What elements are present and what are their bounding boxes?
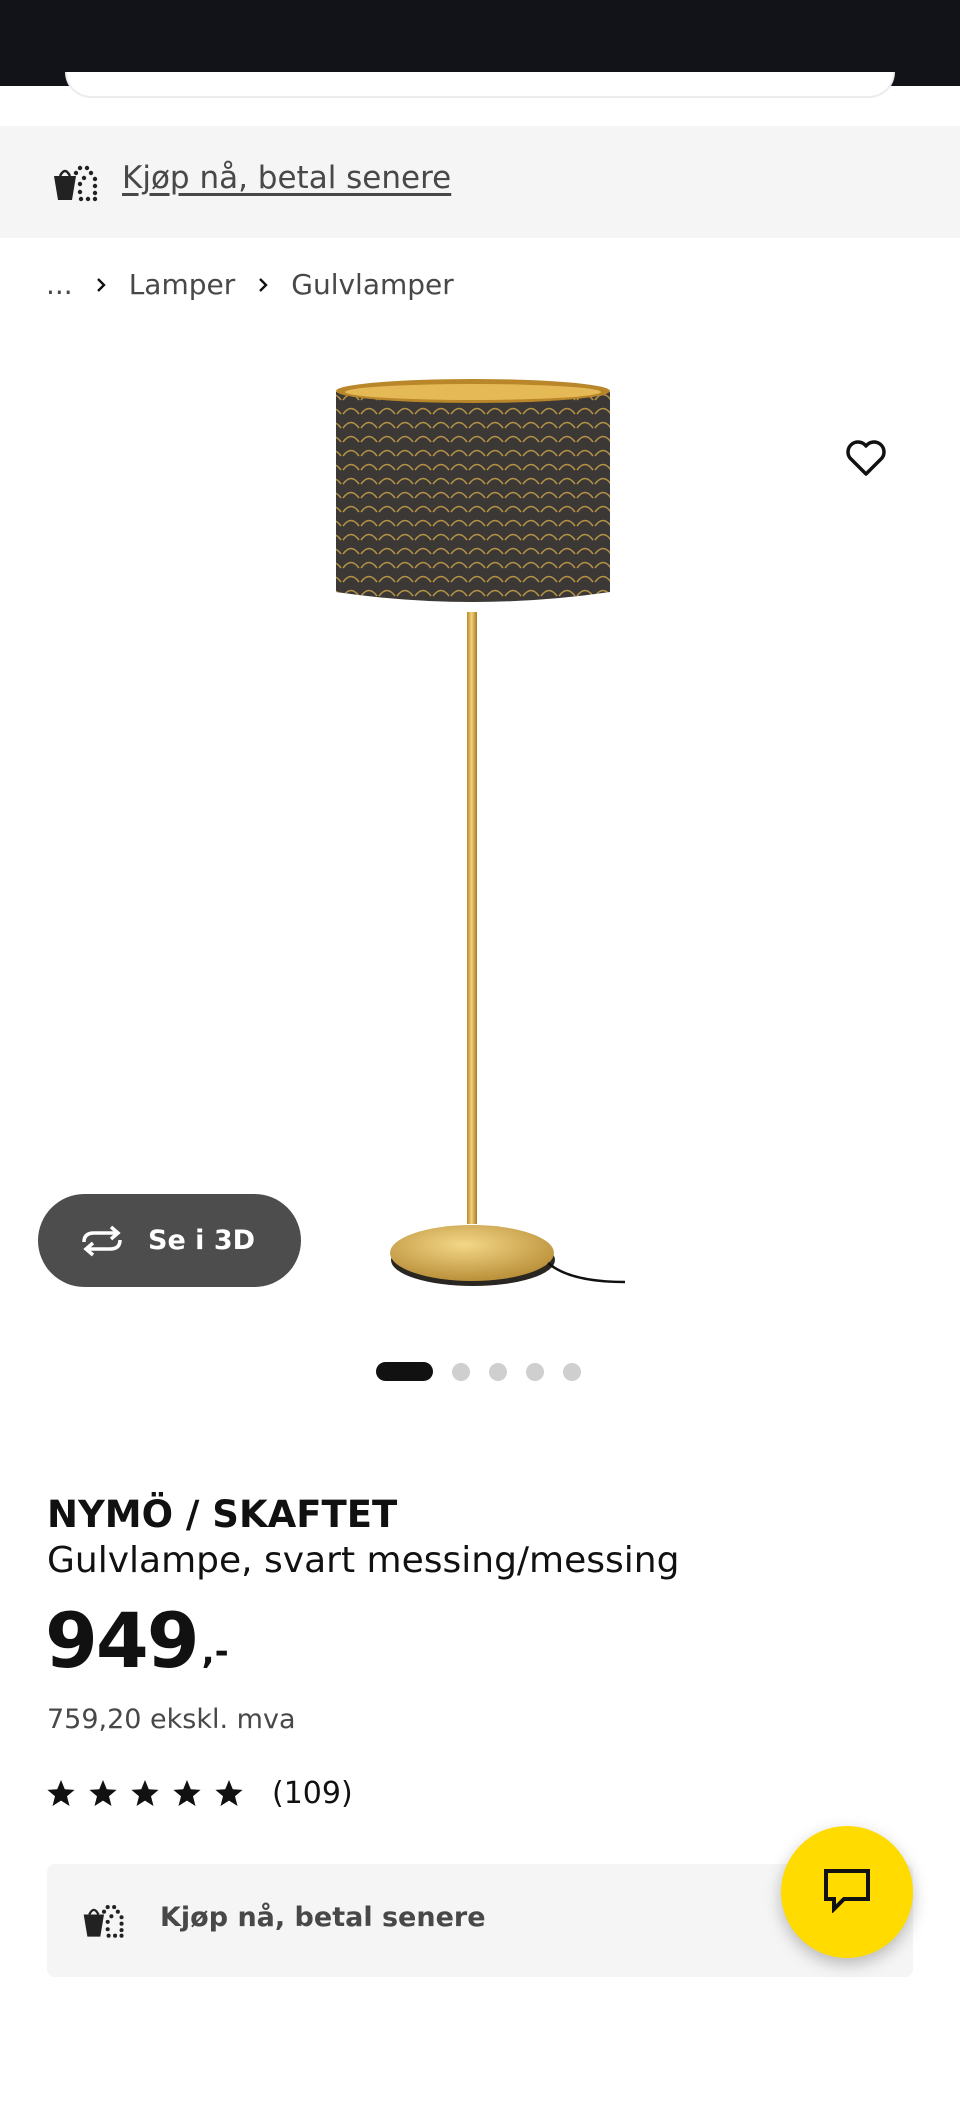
rating-stars [46,1779,256,1808]
bag-with-coins-icon [50,162,102,206]
breadcrumb-item-lamper[interactable]: Lamper [129,268,236,301]
chat-bubble-icon [822,1867,872,1917]
price-ex-vat: 759,20 ekskl. mva [47,1704,296,1735]
search-bar-edge [65,72,895,98]
price-amount: 949 [45,1596,200,1685]
star-icon [46,1779,76,1808]
product-name: NYMÖ / SKAFTET [47,1493,398,1536]
favorite-button[interactable] [838,432,894,488]
buy-now-pay-later-label: Kjøp nå, betal senere [160,1902,486,1933]
carousel-dot-4[interactable] [526,1362,544,1381]
product-price: 949 ,- [45,1598,229,1684]
breadcrumb-item-gulvlamper[interactable]: Gulvlamper [291,268,454,301]
review-count: (109) [272,1776,353,1811]
star-icon [130,1779,160,1808]
heart-icon [844,438,888,482]
payment-banner: Kjøp nå, betal senere [0,126,960,238]
carousel-dot-1[interactable] [376,1362,433,1381]
breadcrumb: ... Lamper Gulvlamper [46,268,454,301]
star-icon [172,1779,202,1808]
price-suffix: ,- [201,1632,229,1672]
view-3d-button[interactable]: Se i 3D [38,1194,301,1287]
view-3d-label: Se i 3D [148,1225,256,1256]
star-icon [88,1779,118,1808]
bag-with-coins-icon [80,1901,128,1943]
carousel-dot-2[interactable] [452,1362,470,1381]
chat-button[interactable] [781,1826,913,1958]
chevron-right-icon [257,276,269,294]
product-rating[interactable]: (109) [46,1776,353,1811]
product-description: Gulvlampe, svart messing/messing [47,1540,680,1581]
carousel-dot-5[interactable] [563,1362,581,1381]
breadcrumb-ellipsis[interactable]: ... [46,268,73,301]
rotate-3d-icon [78,1225,126,1257]
product-image[interactable] [0,360,960,1340]
buy-now-pay-later-link[interactable]: Kjøp nå, betal senere [122,160,451,196]
carousel-dots [376,1362,600,1381]
carousel-dot-3[interactable] [489,1362,507,1381]
star-icon [214,1779,244,1808]
chevron-right-icon [95,276,107,294]
